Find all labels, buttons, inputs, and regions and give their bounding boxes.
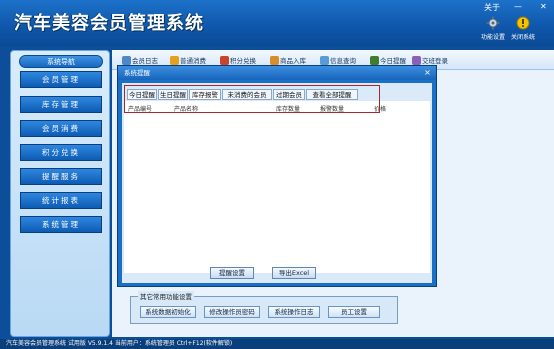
sidebar-item-member-consumption[interactable]: 会员消费 [20,120,102,137]
tab-view-all-reminders[interactable]: 查看全部提醒 [306,89,358,100]
tab-strip: 今日提醒 生日提醒 库存报警 未消费的会员 过期会员 查看全部提醒 [124,85,380,113]
exchange-icon [220,56,229,65]
sidebar-item-reminder-service[interactable]: 提醒服务 [20,168,102,185]
toolbar-shift-login[interactable]: 交班登录 [412,55,448,65]
close-system-label: 关闭系统 [510,34,535,41]
reminder-dialog: 系统提醒 × 产品编号 产品名称 库存数量 报警数量 价格 今日提醒 生日提醒 … [117,65,437,287]
app-title: 汽车美容会员管理系统 [14,13,204,34]
close-system-button[interactable]: 关闭系统 [508,16,538,41]
data-grid: 产品编号 产品名称 库存数量 报警数量 价格 [124,101,430,273]
change-operator-password-button[interactable]: 修改操作员密码 [204,306,260,318]
toolbar-today-reminder-label: 今日提醒 [380,57,406,65]
shift-login-icon [412,56,421,65]
tab-stock-alarm[interactable]: 库存报警 [189,89,221,100]
tab-today-reminder[interactable]: 今日提醒 [127,89,157,100]
sidebar-item-member-management[interactable]: 会员管理 [20,71,102,88]
toolbar-today-reminder[interactable]: 今日提醒 [370,55,406,65]
toolbar-points-exchange[interactable]: 积分兑换 [220,55,256,65]
reminder-settings-button[interactable]: 提醒设置 [210,267,254,279]
status-bar: 汽车美容会员管理系统 试用版 V5.9.1.4 当前用户：系统管理员 Ctrl+… [0,339,554,349]
toolbar-info-query-label: 信息查询 [330,57,356,65]
close-button[interactable]: ✕ [540,2,547,11]
sidebar-item-statistics-report[interactable]: 统计报表 [20,192,102,209]
sidebar-item-points-exchange[interactable]: 积分兑换 [20,144,102,161]
toolbar-stock-in-label: 商品入库 [280,57,306,65]
sidebar: 系统导航 会员管理 库存管理 会员消费 积分兑换 提醒服务 统计报表 系统管理 [10,50,110,337]
toolbar-info-query[interactable]: 信息查询 [320,55,356,65]
function-settings-label: 功能设置 [480,34,505,41]
sidebar-item-system-management[interactable]: 系统管理 [20,216,102,233]
toolbar-member-log-label: 会员日志 [132,57,158,65]
sidebar-header: 系统导航 [19,55,103,68]
today-reminder-icon [370,56,379,65]
employee-settings-button[interactable]: 员工设置 [328,306,380,318]
export-excel-button[interactable]: 导出Excel [272,267,316,279]
tab-expired-members[interactable]: 过期会员 [273,89,305,100]
app-window: 汽车美容会员管理系统 关于 — ✕ 功能设置 关闭系统 系统导航 会员管理 库存… [0,0,554,349]
toolbar-normal-consumption[interactable]: 普通消费 [170,55,206,65]
toolbar-points-exchange-label: 积分兑换 [230,57,256,65]
dialog-title: 系统提醒 [118,66,436,80]
tab-inactive-members[interactable]: 未消费的会员 [222,89,272,100]
dialog-close-icon[interactable]: × [423,68,432,77]
toolbar-normal-consumption-label: 普通消费 [180,57,206,65]
gear-icon [486,16,500,30]
info-query-icon [320,56,329,65]
system-data-init-button[interactable]: 系统数据初始化 [140,306,196,318]
toolbar-shift-login-label: 交班登录 [422,57,448,65]
member-log-icon [122,56,131,65]
stock-in-icon [270,56,279,65]
toolbar-stock-in[interactable]: 商品入库 [270,55,306,65]
about-link[interactable]: 关于 [484,2,500,13]
tab-birthday-reminder[interactable]: 生日提醒 [158,89,188,100]
system-operation-log-button[interactable]: 系统操作日志 [268,306,320,318]
minimize-button[interactable]: — [514,2,522,11]
toolbar-member-log[interactable]: 会员日志 [122,55,158,65]
common-functions-legend: 其它常用功能设置 [138,291,194,301]
warning-icon [516,16,530,30]
title-bar: 汽车美容会员管理系统 关于 — ✕ 功能设置 关闭系统 [0,0,554,46]
function-settings-button[interactable]: 功能设置 [478,16,508,41]
consumption-icon [170,56,179,65]
sidebar-item-inventory-management[interactable]: 库存管理 [20,96,102,113]
dialog-body: 产品编号 产品名称 库存数量 报警数量 价格 今日提醒 生日提醒 库存报警 未消… [122,83,432,283]
